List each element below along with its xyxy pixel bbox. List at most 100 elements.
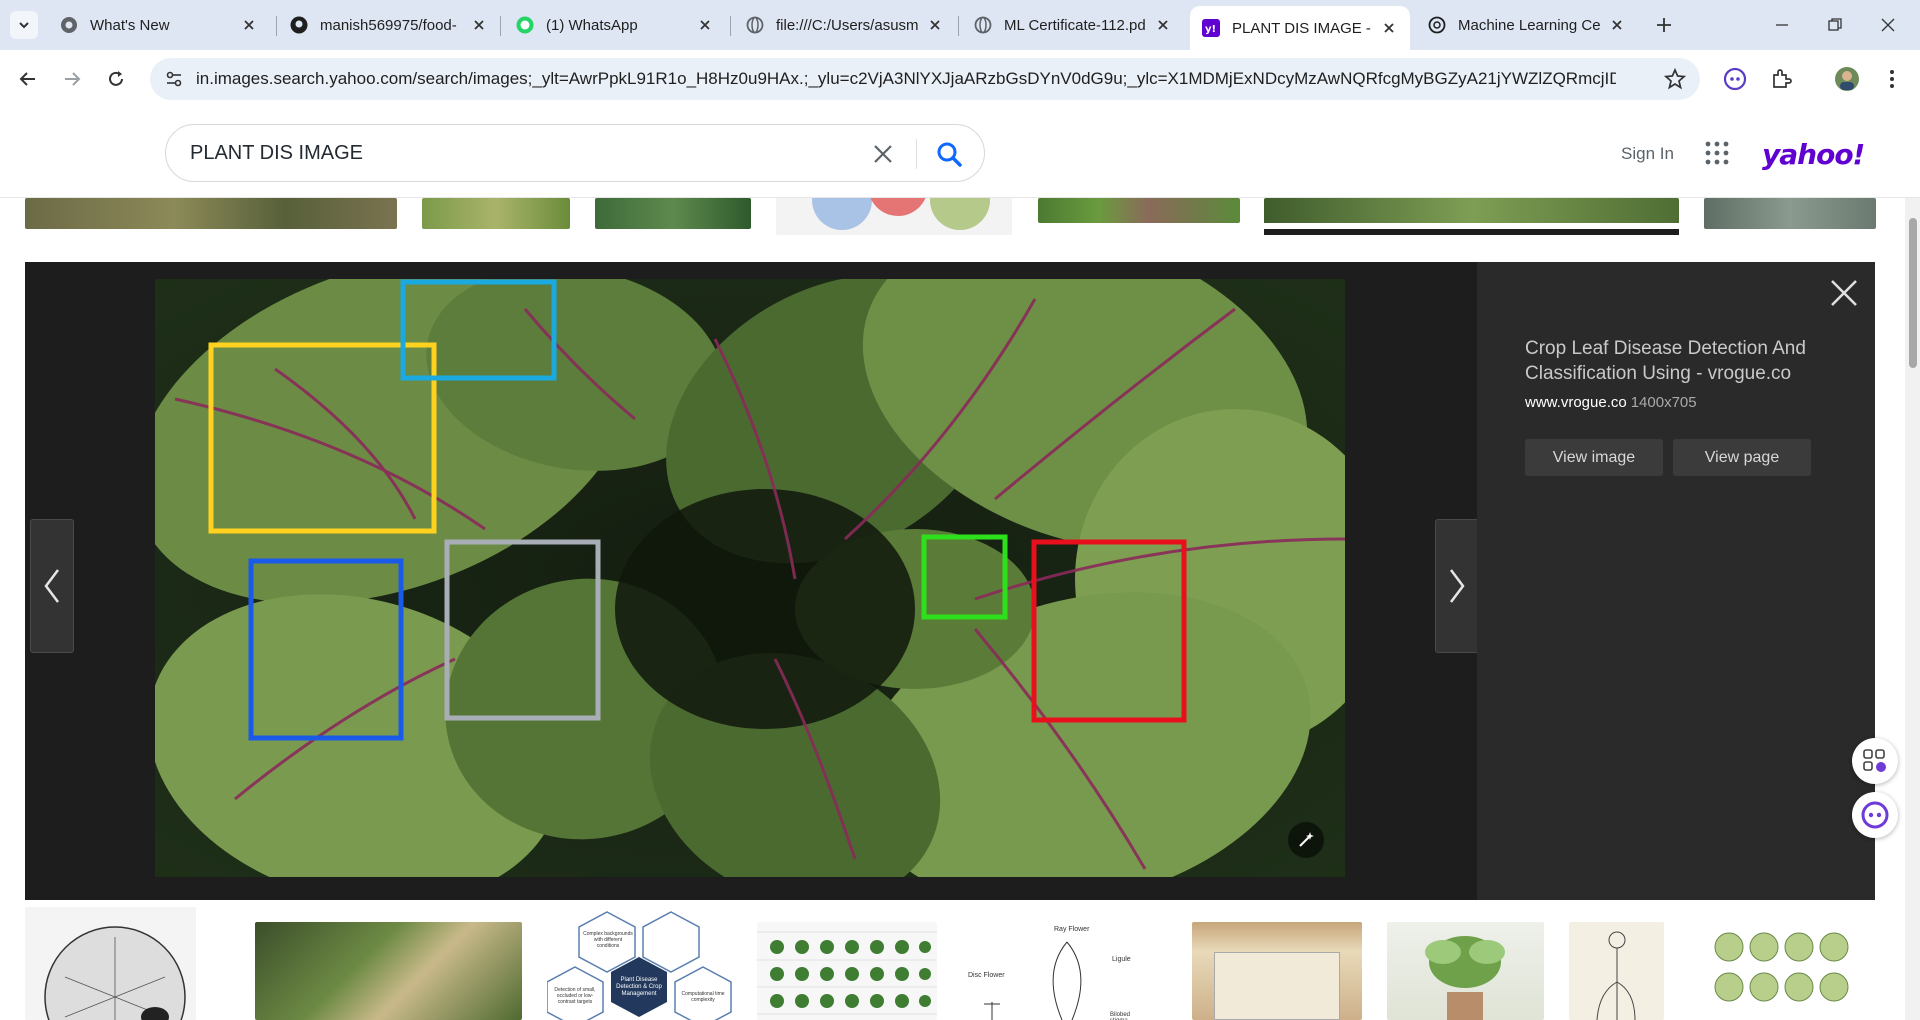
close-icon[interactable] [926,16,944,34]
result-thumbnail[interactable] [1704,198,1876,229]
eyes-icon [1723,67,1747,91]
close-icon[interactable] [240,16,258,34]
chevron-down-icon [19,22,29,29]
arrow-left-icon [19,72,35,86]
result-thumbnail[interactable]: Ray Flower Ligule Disc Flower Bilobed st… [962,922,1142,1020]
url-text: in.images.search.yahoo.com/search/images… [196,69,1616,88]
restore-button[interactable] [1815,8,1855,42]
extension-eyes-button[interactable] [1721,65,1749,93]
more-vert-icon [1890,70,1894,88]
result-thumbnail[interactable] [1569,922,1664,1020]
new-tab-button[interactable] [1650,11,1678,39]
close-window-button[interactable] [1868,8,1908,42]
result-thumbnail[interactable] [25,907,196,1020]
site-info-icon[interactable] [164,69,184,89]
close-icon[interactable] [1380,19,1398,37]
tab-title: (1) WhatsApp [546,16,638,34]
tab-local-file[interactable]: file:///C:/Users/asusm [734,6,956,44]
flower-label: Disc Flower [968,972,1005,979]
flower-label: Bilobed stigma [1110,1012,1131,1020]
hex-center-label: Plant Disease Detection & Crop Managemen… [616,977,662,997]
result-thumbnail[interactable] [595,198,751,229]
apps-grid-icon[interactable] [1704,140,1730,166]
visual-search-button[interactable] [1288,822,1324,858]
flower-diagram-graphic [984,941,1082,1020]
preview-image[interactable] [155,279,1345,877]
clear-search-icon[interactable] [870,141,896,167]
image-title[interactable]: Crop Leaf Disease Detection And Classifi… [1525,336,1845,386]
tab-ml-certificate[interactable]: ML Certificate-112.pd [962,6,1184,44]
result-thumbnail[interactable] [757,922,937,1020]
hex-label: Detection of small, occluded or low-cont… [554,987,596,1005]
petri-grid-graphic [757,931,937,1015]
plant-pot-graphic [1425,936,1505,1020]
yahoo-icon: y! [1202,19,1220,37]
restore-icon [1828,18,1842,31]
leaf-sketch-graphic [44,926,186,1020]
close-icon[interactable] [696,16,714,34]
image-preview-lightbox: Crop Leaf Disease Detection And Classifi… [25,262,1875,900]
result-thumbnail[interactable] [1192,922,1362,1020]
close-icon[interactable] [470,16,488,34]
forward-button[interactable] [56,63,88,95]
view-page-button[interactable]: View page [1673,439,1811,476]
view-image-button[interactable]: View image [1525,439,1663,476]
result-thumbnail[interactable] [776,198,1012,235]
tab-title: ML Certificate-112.pd [1004,16,1146,34]
tab-separator [500,16,501,36]
chevron-right-icon [1450,569,1465,603]
image-details-panel: Crop Leaf Disease Detection And Classifi… [1477,262,1875,900]
extensions-button[interactable] [1767,65,1795,93]
tab-title: What's New [90,16,170,34]
result-thumbnail[interactable] [25,198,397,229]
source-domain[interactable]: www.vrogue.co [1525,394,1627,411]
close-preview-button[interactable] [1827,276,1861,310]
reload-button[interactable] [100,63,132,95]
search-box[interactable]: PLANT DIS IMAGE [165,124,985,182]
selected-indicator [1264,229,1679,235]
result-thumbnail[interactable] [422,198,570,229]
arrow-right-icon [65,72,81,86]
tab-plant-dis-image[interactable]: y! PLANT DIS IMAGE - Y [1190,6,1410,50]
openai-icon [1428,16,1446,34]
close-icon[interactable] [1608,16,1626,34]
svg-text:y!: y! [1205,24,1216,35]
tab-title: manish569975/food- [320,16,457,34]
search-icon[interactable] [934,139,964,169]
profile-avatar[interactable] [1833,65,1861,93]
reload-icon [109,71,123,86]
bookmark-star-icon[interactable] [1664,68,1686,90]
result-thumbnail-selected[interactable] [1264,198,1679,229]
result-thumbnail[interactable]: Plant Disease Detection & Crop Managemen… [547,907,732,1020]
tab-whatsapp[interactable]: (1) WhatsApp [504,6,726,44]
result-thumbnail[interactable] [1038,198,1240,223]
scrollbar-thumb[interactable] [1909,218,1917,368]
minimize-button[interactable] [1762,8,1802,42]
petri-dishes-graphic [1714,932,1849,1002]
magic-wand-icon [1299,832,1314,847]
yahoo-logo[interactable]: yahoo! [1762,138,1865,171]
chrome-icon [60,16,78,34]
chrome-menu-button[interactable] [1878,65,1906,93]
tab-search-button[interactable] [10,11,38,39]
botanical-sketch-graphic [1596,931,1636,1020]
sign-in-link[interactable]: Sign In [1621,144,1674,164]
tab-separator [730,16,731,36]
search-input[interactable]: PLANT DIS IMAGE [190,142,363,165]
yahoo-header: PLANT DIS IMAGE Sign In yahoo! [0,108,1920,198]
extension-fab-button[interactable] [1852,738,1898,784]
back-button[interactable] [12,63,44,95]
result-thumbnail[interactable] [1387,922,1544,1020]
address-bar[interactable]: in.images.search.yahoo.com/search/images… [150,58,1700,100]
result-thumbnail[interactable] [1689,907,1876,1020]
next-image-button[interactable] [1435,519,1479,653]
tab-machine-learning[interactable]: Machine Learning Ce [1416,6,1638,44]
previous-image-button[interactable] [30,519,74,653]
tab-github[interactable]: manish569975/food- [278,6,500,44]
close-icon[interactable] [1154,16,1172,34]
globe-icon [746,16,764,34]
assistant-fab-button[interactable] [1852,792,1898,838]
result-thumbnail[interactable] [255,922,522,1020]
page-scrollbar[interactable] [1905,108,1920,1020]
tab-whats-new[interactable]: What's New [48,6,270,44]
